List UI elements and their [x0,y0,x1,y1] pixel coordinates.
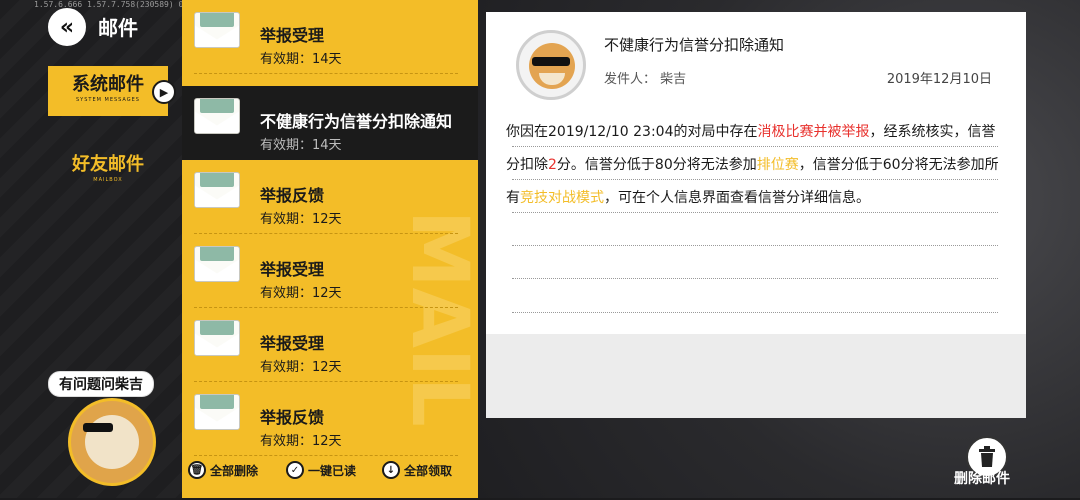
envelope-icon [194,98,240,134]
sunglasses-icon [532,57,570,66]
mail-item-title: 不健康行为信誉分扣除通知 [260,112,453,131]
envelope-icon [194,320,240,356]
mail-item-expiry: 有效期：12天 [260,286,342,301]
tab-system-mail[interactable]: 系统邮件 SYSTEM MESSAGES [48,66,168,116]
play-arrow-icon: ▶ [152,80,176,104]
page-title: 邮件 [98,16,138,40]
claim-all-label: 全部领取 [404,463,453,478]
delete-mail-label: 删除邮件 [954,471,1010,487]
mark-all-read-button[interactable]: ✓ 一键已读 [286,458,356,482]
tab-friend-mail-label: 好友邮件 [72,154,144,175]
delete-all-label: 全部删除 [210,463,259,478]
delete-all-button[interactable]: 🗑 全部删除 [188,458,258,482]
envelope-icon [194,12,240,48]
mail-detail-sender: 发件人： 柴吉 [604,72,687,87]
mail-list-item[interactable]: 举报受理有效期：12天 [182,234,478,308]
mail-detail-panel: 不健康行为信誉分扣除通知 发件人： 柴吉 2019年12月10日 你因在2019… [486,12,1026,418]
back-button[interactable]: « [48,8,86,46]
claim-all-button[interactable]: ↓ 全部领取 [382,458,452,482]
tab-friend-mail-sub: MAILBOX [93,177,123,183]
envelope-icon [194,246,240,282]
sunglasses-icon [83,423,113,432]
ruled-line [512,212,998,213]
highlight-offense: 消极比赛并被举报 [757,124,870,140]
mail-list-item[interactable]: 举报反馈有效期：12天 [182,160,478,234]
assistant-avatar[interactable] [68,398,156,486]
mail-item-title: 举报反馈 [260,186,325,205]
check-icon: ✓ [286,461,304,479]
ruled-line [512,146,998,147]
ruled-line [512,179,998,180]
trash-icon [979,446,995,467]
double-chevron-left-icon: « [59,14,75,40]
envelope-icon [194,394,240,430]
tab-system-mail-sub: SYSTEM MESSAGES [76,97,140,103]
list-divider [194,73,458,74]
ruled-line [512,312,998,313]
mail-list-item[interactable]: 举报受理有效期：14天 [182,0,478,74]
attachment-area [486,334,1026,418]
sender-avatar [516,30,586,100]
mail-item-title: 举报受理 [260,260,325,279]
mail-detail-body: 你因在2019/12/10 23:04的对局中存在消极比赛并被举报，经系统核实，… [506,124,999,206]
highlight-ranked: 排位赛 [756,157,799,173]
tab-friend-mail[interactable]: 好友邮件 MAILBOX [48,146,168,196]
mail-item-expiry: 有效期：14天 [260,52,342,67]
highlight-competitive: 竞技对战模式 [520,190,604,206]
ask-assistant-bubble[interactable]: 有问题问柴吉 [48,371,154,397]
mark-all-read-label: 一键已读 [308,463,357,478]
mail-list-item[interactable]: 举报受理有效期：12天 [182,308,478,382]
mail-detail-date: 2019年12月10日 [886,72,992,87]
tab-system-mail-label: 系统邮件 [72,74,144,95]
highlight-points: 2 [548,157,557,173]
download-icon: ↓ [382,461,400,479]
envelope-icon [194,172,240,208]
mail-item-expiry: 有效期：12天 [260,360,342,375]
mail-item-expiry: 有效期：12天 [260,212,342,227]
mail-list-item[interactable]: 不健康行为信誉分扣除通知有效期：14天 [182,86,478,160]
mail-item-expiry: 有效期：14天 [260,138,342,153]
ruled-line [512,278,998,279]
mail-detail-title: 不健康行为信誉分扣除通知 [604,36,785,54]
mail-item-title: 举报反馈 [260,408,325,427]
ruled-line [512,245,998,246]
mail-list-item[interactable]: 举报反馈有效期：12天 [182,382,478,456]
mail-item-title: 举报受理 [260,26,325,45]
mail-actions-bar: 🗑 全部删除 ✓ 一键已读 ↓ 全部领取 [182,452,478,488]
mail-item-expiry: 有效期：12天 [260,434,342,449]
mail-item-title: 举报受理 [260,334,325,353]
trash-icon: 🗑 [188,461,206,479]
